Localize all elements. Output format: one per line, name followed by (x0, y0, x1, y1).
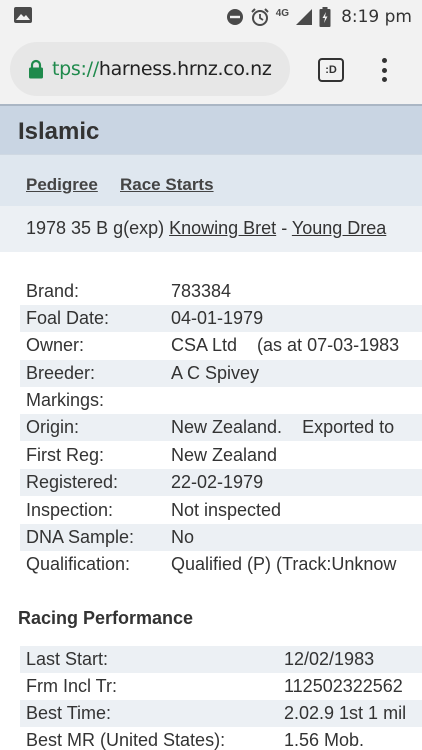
detail-value: Qualified (P) (Track:Unknow (171, 554, 397, 574)
clock: 8:19 pm (341, 7, 412, 27)
racing-label: Best MR (United States): (26, 730, 226, 750)
web-page: Islamic Pedigree Race Starts 1978 35 B g… (0, 104, 422, 750)
racing-performance-heading: Racing Performance (18, 608, 194, 628)
detail-row-qualification: Qualification: Qualified (P) (Track:Unkn… (20, 551, 422, 578)
address-bar[interactable]: tps://harness.hrnz.co.nz (10, 42, 290, 96)
detail-row-registered: Registered: 22-02-1979 (20, 469, 422, 496)
alarm-icon (251, 8, 269, 26)
detail-label: Registered: (26, 472, 119, 492)
detail-label: Foal Date: (26, 308, 110, 328)
detail-row-origin: Origin: New Zealand. Exported to (20, 414, 422, 441)
detail-label: Markings: (26, 390, 105, 410)
detail-row-breeder: Breeder: A C Spivey (20, 360, 422, 387)
detail-label: Inspection: (26, 500, 114, 520)
detail-label: Qualification: (26, 554, 131, 574)
racing-row-best-time: Best Time: 2.02.9 1st 1 mil (20, 700, 422, 727)
racing-row-form: Frm Incl Tr: 112502322562 (20, 673, 422, 700)
detail-value: 04-01-1979 (171, 308, 264, 328)
racing-row-last-start: Last Start: 12/02/1983 (20, 646, 422, 673)
gallery-icon (14, 7, 32, 23)
horse-summary: 1978 35 B g(exp) Knowing Bret - Young Dr… (0, 206, 422, 252)
url-text[interactable]: tps://harness.hrnz.co.nz (52, 58, 272, 80)
tab-bar: Pedigree Race Starts (0, 154, 422, 206)
url-host: harness.hrnz.co.nz (98, 58, 272, 80)
tab-switcher-button[interactable]: :D (318, 58, 344, 82)
detail-value: Not inspected (171, 500, 282, 520)
racing-label: Best Time: (26, 703, 112, 723)
tab-pedigree[interactable]: Pedigree (26, 175, 98, 195)
detail-row-first-reg: First Reg: New Zealand (20, 442, 422, 469)
detail-value: 22-02-1979 (171, 472, 264, 492)
detail-row-markings: Markings: (20, 387, 422, 414)
detail-label: DNA Sample: (26, 527, 135, 547)
detail-row-brand: Brand: 783384 (20, 278, 422, 305)
detail-label: Owner: (26, 335, 85, 355)
detail-value: 783384 (171, 281, 232, 301)
detail-value: New Zealand. Exported to (171, 417, 395, 437)
browser-toolbar: tps://harness.hrnz.co.nz :D (0, 34, 422, 104)
detail-row-owner: Owner: CSA Ltd (as at 07-03-1983 (20, 332, 422, 359)
battery-icon (319, 7, 331, 27)
racing-value: 2.02.9 1st 1 mil (284, 703, 407, 723)
racing-row-best-mr: Best MR (United States): 1.56 Mob. (20, 727, 422, 750)
page-title: Islamic (18, 118, 100, 145)
detail-value: New Zealand (171, 445, 278, 465)
racing-value: 112502322562 (284, 676, 403, 696)
racing-label: Last Start: (26, 649, 109, 669)
detail-row-dna-sample: DNA Sample: No (20, 524, 422, 551)
detail-label: First Reg: (26, 445, 105, 465)
overflow-menu-icon[interactable] (374, 54, 394, 86)
summary-prefix: 1978 35 B g(exp) (26, 218, 165, 238)
detail-label: Origin: (26, 417, 80, 437)
detail-value: CSA Ltd (as at 07-03-1983 (171, 335, 400, 355)
detail-value: A C Spivey (171, 363, 260, 383)
racing-value: 1.56 Mob. (284, 730, 365, 750)
tab-race-starts[interactable]: Race Starts (120, 175, 214, 195)
dam-link[interactable]: Young Drea (292, 218, 386, 238)
status-bar: 4G 8:19 pm (0, 0, 422, 34)
sire-link[interactable]: Knowing Bret (169, 218, 276, 238)
racing-label: Frm Incl Tr: (26, 676, 117, 696)
summary-separator: - (281, 218, 288, 238)
summary-line: 1978 35 B g(exp) Knowing Bret - Young Dr… (26, 218, 386, 239)
network-type: 4G (275, 7, 290, 19)
lock-icon (29, 59, 43, 79)
detail-label: Brand: (26, 281, 80, 301)
do-not-disturb-icon (226, 9, 243, 25)
racing-value: 12/02/1983 (284, 649, 375, 669)
signal-icon (296, 9, 313, 25)
status-icons: 4G 8:19 pm (226, 6, 412, 28)
detail-label: Breeder: (26, 363, 96, 383)
title-bar: Islamic (0, 104, 422, 154)
detail-row-inspection: Inspection: Not inspected (20, 497, 422, 524)
url-scheme: tps:// (52, 58, 99, 80)
detail-value: No (171, 527, 195, 547)
detail-row-foal-date: Foal Date: 04-01-1979 (20, 305, 422, 332)
